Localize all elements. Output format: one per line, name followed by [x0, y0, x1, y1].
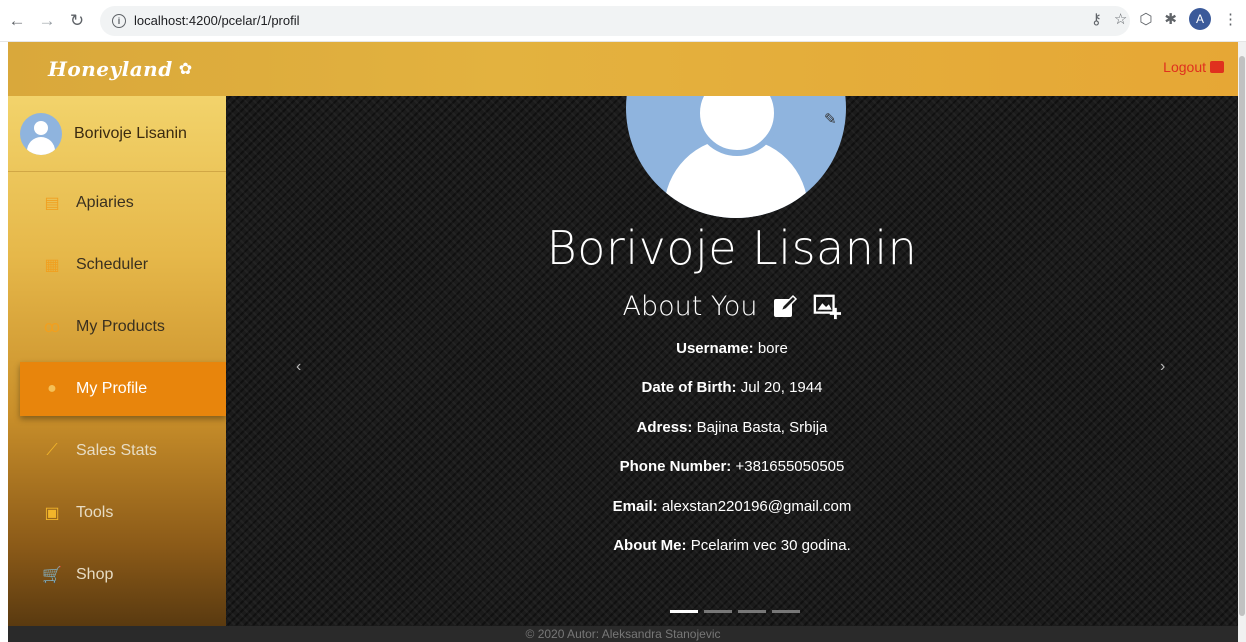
sidebar-item-shop[interactable]: 🛒 Shop [8, 544, 226, 606]
info-date-of-birth: Date of Birth: Jul 20, 1944 [226, 379, 1238, 396]
bee-flower-icon: ✿ [178, 61, 193, 78]
back-icon[interactable]: ← [4, 8, 30, 34]
star-icon[interactable]: ☆ [1114, 10, 1127, 28]
field-label: Email: [612, 498, 658, 515]
sidebar-item-my-products[interactable]: ꝏ My Products [8, 296, 226, 358]
browser-toolbar: ← → ↻ i localhost:4200/pcelar/1/profil ⚷… [0, 0, 1246, 42]
sidebar-item-label: Shop [76, 566, 114, 583]
carousel-indicator[interactable] [704, 610, 732, 613]
field-label: Username: [676, 340, 754, 357]
field-label: Adress: [636, 419, 693, 436]
calendar-icon: ▦ [44, 257, 60, 274]
avatar [20, 112, 62, 155]
more-menu-icon[interactable]: ⋮ [1223, 10, 1238, 28]
profile-name: Borivoje Lisanin [546, 221, 918, 275]
add-photo-icon[interactable] [813, 293, 842, 321]
sidebar-item-sales-stats[interactable]: ⟋ Sales Stats [8, 420, 226, 482]
info-phone: Phone Number: +381655050505 [226, 458, 1238, 475]
sidebar-item-label: Apiaries [76, 194, 134, 211]
sidebar-item-scheduler[interactable]: ▦ Scheduler [8, 234, 226, 296]
field-value: Jul 20, 1944 [740, 379, 823, 396]
field-label: About Me: [613, 537, 687, 554]
sidebar-item-label: My Profile [76, 380, 148, 397]
field-label: Date of Birth: [641, 379, 737, 396]
forward-icon[interactable]: → [34, 8, 60, 34]
logout-label: Logout [1163, 59, 1206, 75]
sidebar-item-label: Scheduler [76, 256, 149, 273]
sidebar: Borivoje Lisanin ▤ Apiaries ▦ Scheduler … [8, 96, 226, 626]
carousel-prev-button[interactable]: ‹ [296, 358, 301, 376]
extension-box-icon[interactable]: ⬡ [1139, 10, 1152, 28]
logout-button[interactable]: Logout [1163, 59, 1224, 75]
sidebar-item-label: Tools [76, 504, 114, 521]
footer-text: © 2020 Autor: Aleksandra Stanojevic [525, 627, 721, 641]
chart-icon: ⟋ [46, 442, 58, 459]
carousel-indicators [670, 610, 800, 613]
field-value: bore [757, 340, 788, 357]
reload-icon[interactable]: ↻ [64, 8, 90, 34]
footer: © 2020 Autor: Aleksandra Stanojevic [8, 626, 1238, 642]
puzzle-icon[interactable]: ✱ [1164, 10, 1177, 28]
field-value: Bajina Basta, Srbija [696, 419, 828, 436]
edit-profile-icon[interactable] [771, 293, 799, 321]
field-value: Pcelarim vec 30 godina. [690, 537, 851, 554]
calculator-icon: ▣ [44, 505, 60, 522]
user-icon: ● [47, 380, 57, 397]
info-username: Username: bore [226, 340, 1238, 357]
app-header: Honeyland ✿ Logout [8, 42, 1238, 96]
edit-picture-icon[interactable]: ✎ [824, 110, 837, 128]
address-text: localhost:4200/pcelar/1/profil [134, 13, 300, 28]
bee-icon: ꝏ [43, 319, 61, 336]
sidebar-item-my-profile[interactable]: ● My Profile [20, 362, 226, 416]
field-value: +381655050505 [735, 458, 845, 475]
about-title: About You [622, 291, 758, 322]
info-email: Email: alexstan220196@gmail.com [226, 498, 1238, 515]
sidebar-item-label: My Products [76, 318, 165, 335]
field-label: Phone Number: [619, 458, 732, 475]
address-bar[interactable]: i localhost:4200/pcelar/1/profil [100, 5, 1130, 36]
profile-carousel: ✎ Borivoje Lisanin About You Username: b… [226, 96, 1238, 626]
carousel-indicator[interactable] [670, 610, 698, 613]
about-header: About You [226, 291, 1238, 322]
logo-text[interactable]: Honeyland [48, 57, 173, 81]
logout-icon [1210, 61, 1224, 73]
sidebar-item-tools[interactable]: ▣ Tools [8, 482, 226, 544]
scrollbar[interactable] [1238, 42, 1246, 642]
sidebar-item-label: Sales Stats [76, 442, 157, 459]
info-icon[interactable]: i [112, 13, 126, 28]
cart-icon: 🛒 [42, 567, 62, 584]
info-address: Adress: Bajina Basta, Srbija [226, 419, 1238, 436]
info-about-me: About Me: Pcelarim vec 30 godina. [226, 537, 1238, 554]
field-value: alexstan220196@gmail.com [661, 498, 852, 515]
carousel-next-button[interactable]: › [1160, 358, 1165, 376]
profile-picture [626, 96, 846, 218]
carousel-indicator[interactable] [738, 610, 766, 613]
sidebar-user-name: Borivoje Lisanin [74, 124, 187, 142]
apiary-icon: ▤ [44, 195, 60, 212]
browser-profile-avatar[interactable]: A [1189, 8, 1211, 30]
carousel-indicator[interactable] [772, 610, 800, 613]
sidebar-profile[interactable]: Borivoje Lisanin [8, 96, 226, 172]
key-icon[interactable]: ⚷ [1091, 10, 1102, 28]
sidebar-item-apiaries[interactable]: ▤ Apiaries [8, 172, 226, 234]
